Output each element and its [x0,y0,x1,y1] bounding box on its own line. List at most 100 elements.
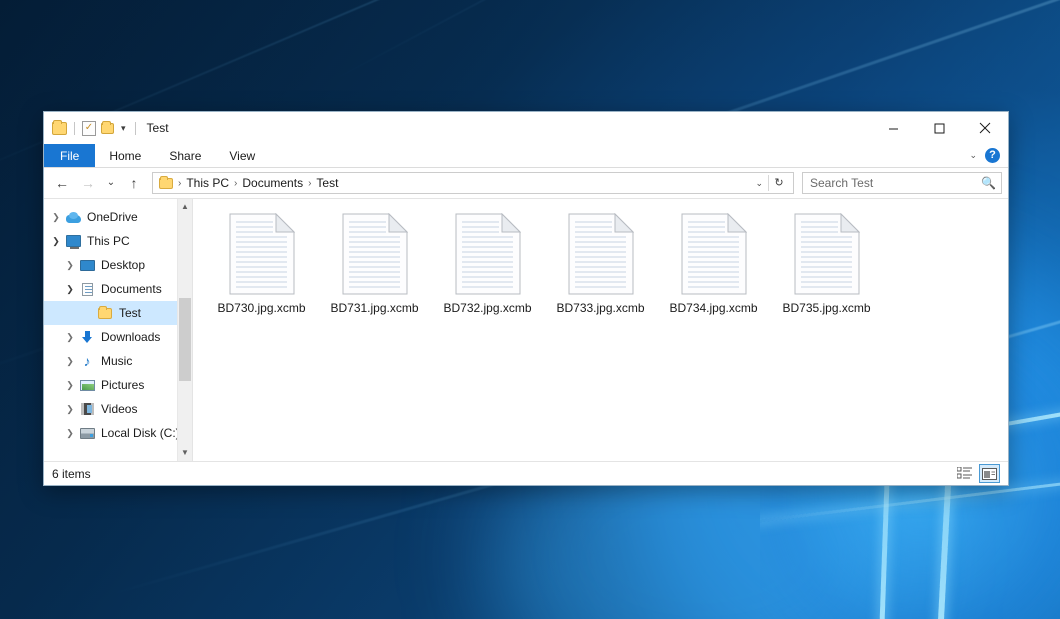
sidebar-item-label: OneDrive [87,211,138,223]
tab-file[interactable]: File [44,144,95,167]
view-mode-buttons [954,464,1000,483]
sidebar-item-local-disk-c[interactable]: ❯ Local Disk (C:) [44,421,192,445]
desktop-icon [78,260,96,271]
folder-icon[interactable] [52,122,67,135]
sidebar-item-label: Test [119,307,141,319]
generic-file-icon [794,213,860,295]
address-bar: ← → ⌄ ↑ › This PC › Documents › Test ⌄ ↻… [44,168,1008,198]
chevron-down-icon[interactable]: ❯ [62,285,78,294]
new-folder-icon[interactable] [101,123,114,134]
file-item[interactable]: BD734.jpg.xcmb [657,209,770,315]
tab-view[interactable]: View [215,144,269,167]
title-bar: ✓ ▾ Test [44,112,1008,144]
breadcrumb-item-test[interactable]: Test [316,176,338,190]
up-button[interactable]: ↑ [122,171,146,195]
breadcrumb-item-this-pc[interactable]: This PC [186,176,229,190]
minimize-button[interactable] [870,112,916,144]
scrollbar-track[interactable] [178,215,192,445]
computer-icon [64,235,82,247]
chevron-down-icon[interactable]: ❯ [48,237,64,246]
details-view-button[interactable] [954,464,975,483]
back-button[interactable]: ← [50,171,74,195]
sidebar-item-pictures[interactable]: ❯ Pictures [44,373,192,397]
divider [74,122,75,135]
generic-file-icon [229,213,295,295]
breadcrumb-item-documents[interactable]: Documents [242,176,303,190]
search-box[interactable]: 🔍 [802,172,1002,194]
sidebar-item-desktop[interactable]: ❯ Desktop [44,253,192,277]
navigation-scrollbar[interactable]: ▲ ▼ [177,199,192,461]
ribbon-tab-bar: File Home Share View ⌄ ? [44,144,1008,168]
chevron-right-icon[interactable]: ❯ [48,213,64,222]
file-item[interactable]: BD733.jpg.xcmb [544,209,657,315]
file-item[interactable]: BD731.jpg.xcmb [318,209,431,315]
search-icon[interactable]: 🔍 [981,177,996,189]
forward-button[interactable]: → [76,171,100,195]
search-input[interactable] [810,176,981,190]
breadcrumb-bar[interactable]: › This PC › Documents › Test ⌄ ↻ [152,172,794,194]
sidebar-item-label: Documents [101,283,162,295]
folder-icon [96,308,114,319]
chevron-right-icon[interactable]: ❯ [62,333,78,342]
file-grid: BD730.jpg.xcmb [205,209,1008,315]
sidebar-item-documents[interactable]: ❯ Documents [44,277,192,301]
ribbon-right-controls: ⌄ ? [969,144,1008,167]
generic-file-icon [568,213,634,295]
help-icon[interactable]: ? [985,148,1000,163]
breadcrumb: › This PC › Documents › Test [177,176,750,190]
chevron-down-icon[interactable]: ⌄ [750,178,768,189]
breadcrumb-separator: › [177,178,182,189]
chevron-right-icon[interactable]: ❯ [62,405,78,414]
file-name-label: BD731.jpg.xcmb [330,301,418,315]
downloads-icon [78,331,96,344]
sidebar-item-this-pc[interactable]: ❯ This PC [44,229,192,253]
sidebar-item-downloads[interactable]: ❯ Downloads [44,325,192,349]
generic-file-icon [455,213,521,295]
sidebar-item-label: Local Disk (C:) [101,427,180,439]
window-body: ❯ OneDrive ❯ This PC ❯ Desktop ❯ Documen… [44,198,1008,461]
sidebar-item-videos[interactable]: ❯ Videos [44,397,192,421]
large-icons-view-button[interactable] [979,464,1000,483]
file-name-label: BD735.jpg.xcmb [782,301,870,315]
scroll-up-icon[interactable]: ▲ [178,199,192,215]
scrollbar-thumb[interactable] [179,298,191,381]
close-button[interactable] [962,112,1008,144]
hard-disk-icon [78,428,96,439]
file-item[interactable]: BD735.jpg.xcmb [770,209,883,315]
wallpaper-beam [318,0,1060,88]
recent-locations-button[interactable]: ⌄ [102,171,120,195]
onedrive-icon [64,212,82,223]
sidebar-item-label: Downloads [101,331,160,343]
sidebar-item-test[interactable]: ❯ Test [44,301,192,325]
file-list-area[interactable]: BD730.jpg.xcmb [193,199,1008,461]
chevron-down-icon[interactable]: ▾ [119,124,128,133]
sidebar-item-music[interactable]: ❯ ♪ Music [44,349,192,373]
file-item[interactable]: BD732.jpg.xcmb [431,209,544,315]
breadcrumb-separator: › [233,178,238,189]
properties-checkmark-icon[interactable]: ✓ [82,121,96,136]
chevron-right-icon[interactable]: ❯ [62,381,78,390]
generic-file-icon [342,213,408,295]
tab-home[interactable]: Home [95,144,155,167]
navigation-pane: ❯ OneDrive ❯ This PC ❯ Desktop ❯ Documen… [44,199,192,461]
item-count-label: 6 items [52,467,91,481]
divider [135,122,136,135]
chevron-placeholder-icon: ❯ [80,309,96,318]
documents-icon [78,283,96,296]
videos-icon [78,403,96,415]
chevron-right-icon[interactable]: ❯ [62,261,78,270]
sidebar-item-label: This PC [87,235,130,247]
file-name-label: BD732.jpg.xcmb [443,301,531,315]
pictures-icon [78,380,96,391]
chevron-down-icon[interactable]: ⌄ [969,150,977,161]
tab-share[interactable]: Share [155,144,215,167]
generic-file-icon [681,213,747,295]
scroll-down-icon[interactable]: ▼ [178,445,192,461]
refresh-icon[interactable]: ↻ [769,173,789,193]
chevron-right-icon[interactable]: ❯ [62,357,78,366]
file-item[interactable]: BD730.jpg.xcmb [205,209,318,315]
window-controls [870,112,1008,144]
maximize-button[interactable] [916,112,962,144]
sidebar-item-onedrive[interactable]: ❯ OneDrive [44,205,192,229]
chevron-right-icon[interactable]: ❯ [62,429,78,438]
